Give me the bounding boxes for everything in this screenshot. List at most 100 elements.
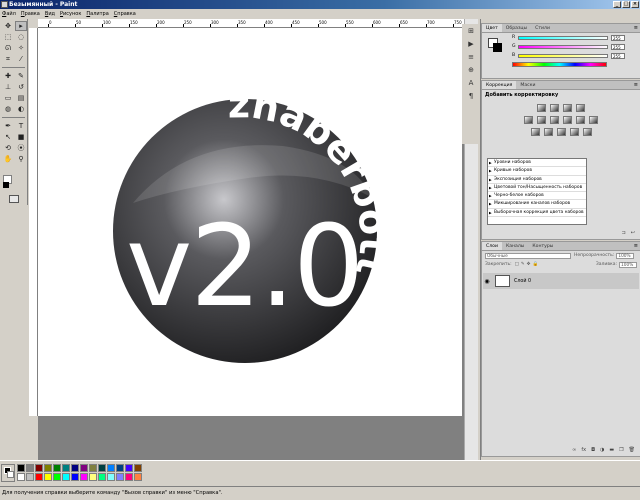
brushes-panel-icon[interactable]: ≡	[465, 53, 477, 63]
panel-background-swatch[interactable]	[493, 43, 502, 52]
vibrance-icon[interactable]	[524, 116, 533, 124]
trash-icon[interactable]: 🗑	[629, 447, 635, 456]
ellipse-marquee-icon[interactable]: ◌	[15, 32, 27, 42]
preset-item[interactable]: Кривые наборов	[488, 167, 586, 176]
red-slider[interactable]	[518, 35, 608, 40]
palette-swatch[interactable]	[35, 464, 43, 472]
tab-layers[interactable]: Слои	[482, 242, 502, 250]
green-value-field[interactable]: 255	[611, 43, 625, 50]
hue-saturation-icon[interactable]	[537, 116, 546, 124]
panel-menu-icon[interactable]: ≡	[634, 242, 640, 250]
menu-image[interactable]: Рисунок	[60, 11, 81, 17]
visibility-eye-icon[interactable]: ◉	[483, 278, 491, 285]
adjust-icon[interactable]: ◑	[600, 447, 604, 456]
pen-tool-icon[interactable]: ✒	[2, 121, 14, 131]
palette-swatch[interactable]	[89, 464, 97, 472]
levels-icon[interactable]	[550, 104, 559, 112]
palette-swatch[interactable]	[125, 464, 133, 472]
preset-item[interactable]: Цветовой тон/Насыщенность наборов	[488, 184, 586, 193]
palette-swatch[interactable]	[62, 464, 70, 472]
close-button[interactable]: ×	[631, 1, 639, 8]
tab-masks[interactable]: Маски	[516, 81, 539, 89]
actions-panel-icon[interactable]: ▶	[465, 40, 477, 50]
link-icon[interactable]: ∞	[572, 447, 576, 456]
palette-swatch[interactable]	[71, 464, 79, 472]
tab-styles[interactable]: Стили	[531, 24, 554, 32]
3d-camera-icon[interactable]: ⦿	[15, 143, 27, 153]
curves-icon[interactable]	[563, 104, 572, 112]
gradient-map-icon[interactable]	[569, 128, 579, 136]
preset-item[interactable]: Выборочная коррекция цвета наборов	[488, 209, 586, 218]
preset-item[interactable]: Черно-белое наборов	[488, 192, 586, 201]
mask-icon[interactable]: ◘	[591, 447, 595, 456]
quick-mask-icon[interactable]	[9, 195, 19, 203]
magic-wand-icon[interactable]: ✧	[15, 43, 27, 53]
tab-paths[interactable]: Контуры	[528, 242, 557, 250]
background-color-swatch[interactable]	[3, 182, 9, 188]
shape-tool-icon[interactable]: ■	[15, 132, 27, 142]
tab-channels[interactable]: Каналы	[502, 242, 528, 250]
palette-swatch[interactable]	[134, 473, 142, 481]
menu-help[interactable]: Справка	[114, 11, 136, 17]
move-arrow-tool-icon[interactable]: ▸	[15, 21, 27, 31]
palette-swatch[interactable]	[89, 473, 97, 481]
green-slider[interactable]	[518, 44, 608, 49]
palette-swatch[interactable]	[53, 464, 61, 472]
palette-swatch[interactable]	[98, 464, 106, 472]
minimize-button[interactable]: _	[613, 1, 621, 8]
palette-swatch[interactable]	[107, 473, 115, 481]
zoom-tool-icon[interactable]: ⚲	[15, 154, 27, 164]
blend-mode-select[interactable]: Обычные	[485, 252, 571, 259]
palette-swatch[interactable]	[62, 473, 70, 481]
palette-swatch[interactable]	[17, 464, 25, 472]
move-tool-icon[interactable]: ✥	[2, 21, 14, 31]
preset-item[interactable]: Экспозиция наборов	[488, 176, 586, 184]
palette-swatch[interactable]	[26, 473, 34, 481]
3d-rotate-icon[interactable]: ⟲	[2, 143, 14, 153]
blue-value-field[interactable]: 255	[611, 52, 625, 59]
history-panel-icon[interactable]: ⊞	[465, 27, 477, 37]
posterize-icon[interactable]	[543, 128, 553, 136]
stamp-tool-icon[interactable]: ⊥	[2, 82, 14, 92]
layer-row[interactable]: ◉ Слой 0	[483, 273, 639, 289]
healing-brush-icon[interactable]: ✚	[2, 71, 14, 81]
clip-layer-icon[interactable]: ⊐	[622, 230, 626, 239]
preset-item[interactable]: Уровни наборов	[488, 159, 586, 168]
color-spectrum[interactable]	[512, 62, 607, 67]
palette-swatch[interactable]	[80, 464, 88, 472]
palette-swatch[interactable]	[26, 464, 34, 472]
palette-swatch[interactable]	[44, 464, 52, 472]
panel-menu-icon[interactable]: ≡	[634, 24, 640, 32]
lasso-tool-icon[interactable]: ᘏ	[2, 43, 14, 53]
maximize-button[interactable]: □	[622, 1, 630, 8]
menu-file[interactable]: Файл	[2, 11, 16, 17]
eyedropper-tool-icon[interactable]: ⁄	[15, 54, 27, 64]
red-value-field[interactable]: 255	[611, 34, 625, 41]
fill-field[interactable]: 100%	[619, 261, 637, 268]
menu-colors[interactable]: Палитра	[86, 11, 108, 17]
palette-swatch[interactable]	[35, 473, 43, 481]
palette-swatch[interactable]	[80, 473, 88, 481]
palette-swatch[interactable]	[107, 464, 115, 472]
crop-tool-icon[interactable]: ⌗	[2, 54, 14, 64]
channel-mixer-icon[interactable]	[589, 116, 598, 124]
opacity-field[interactable]: 100%	[616, 252, 635, 259]
exposure-icon[interactable]	[576, 104, 585, 112]
hand-tool-icon[interactable]: ✋	[2, 154, 14, 164]
image-canvas[interactable]: zhaberbottle v2.0	[38, 28, 462, 416]
panel-menu-icon[interactable]: ≡	[634, 81, 640, 89]
palette-swatch[interactable]	[53, 473, 61, 481]
text-tool-icon[interactable]: T	[15, 121, 27, 131]
dodge-tool-icon[interactable]: ◐	[15, 104, 27, 114]
palette-swatch[interactable]	[116, 464, 124, 472]
brush-tool-icon[interactable]: ✎	[15, 71, 27, 81]
blue-slider[interactable]	[518, 53, 608, 58]
palette-swatch[interactable]	[98, 473, 106, 481]
black-white-icon[interactable]	[563, 116, 572, 124]
preset-item[interactable]: Микширование каналов наборов	[488, 200, 586, 209]
tab-adjustments[interactable]: Коррекция	[482, 81, 517, 89]
return-icon[interactable]: ↩	[631, 230, 635, 239]
palette-swatch[interactable]	[116, 473, 124, 481]
palette-swatch[interactable]	[44, 473, 52, 481]
lock-icons[interactable]: □✎✥🔒	[515, 262, 540, 267]
